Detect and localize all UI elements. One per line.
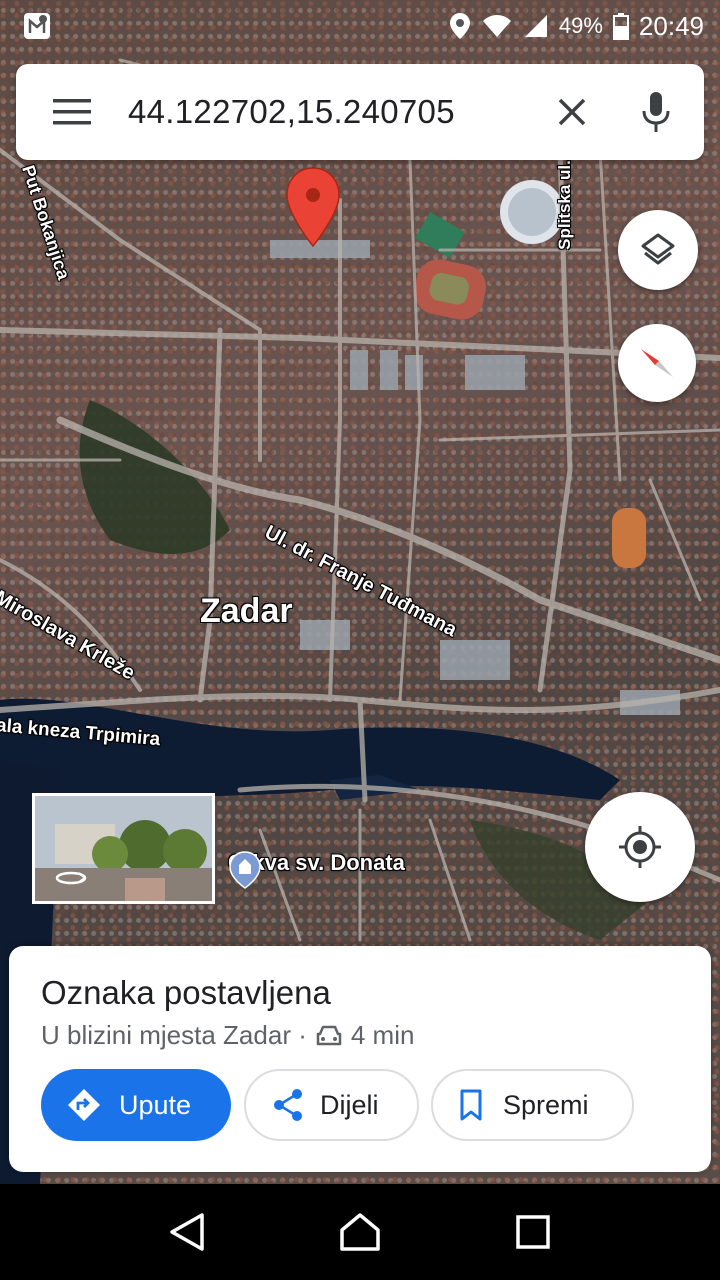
- home-button[interactable]: [320, 1192, 400, 1272]
- share-icon: [274, 1089, 302, 1121]
- wifi-icon: [482, 15, 511, 37]
- car-icon: [316, 1025, 342, 1045]
- signal-icon: [524, 15, 547, 37]
- voice-search-button[interactable]: [608, 64, 704, 160]
- place-nearby: U blizini mjesta Zadar ·: [41, 1020, 307, 1050]
- search-input[interactable]: 44.122702,15.240705: [128, 93, 536, 131]
- map-label-street-splitska: Splitska ul.: [554, 160, 574, 250]
- battery-icon: [612, 13, 629, 40]
- map-label-city: Zadar: [200, 592, 293, 630]
- battery-percent: 49%: [558, 13, 603, 38]
- my-location-icon: [619, 826, 661, 868]
- place-title: Oznaka postavljena: [41, 974, 331, 1011]
- location-icon: [449, 13, 470, 39]
- compass-button[interactable]: [618, 324, 696, 402]
- maps-notification-icon: [24, 13, 50, 39]
- system-nav-bar: [0, 1184, 720, 1280]
- close-icon: [558, 98, 586, 126]
- directions-icon: [68, 1089, 100, 1121]
- share-label: Dijeli: [320, 1089, 379, 1120]
- layers-icon: [641, 233, 675, 265]
- directions-button[interactable]: Upute: [41, 1069, 231, 1141]
- save-button[interactable]: Spremi: [431, 1069, 634, 1141]
- my-location-button[interactable]: [585, 792, 695, 902]
- share-button[interactable]: Dijeli: [244, 1069, 419, 1141]
- back-icon: [169, 1213, 204, 1251]
- place-card[interactable]: Oznaka postavljena U blizini mjesta Zada…: [9, 946, 711, 1172]
- travel-time: 4 min: [350, 1020, 415, 1050]
- bookmark-icon: [460, 1089, 482, 1121]
- status-bar: 49% 20:49: [0, 0, 720, 52]
- recents-button[interactable]: [493, 1192, 573, 1272]
- mic-icon: [642, 92, 670, 132]
- save-label: Spremi: [503, 1089, 589, 1120]
- menu-button[interactable]: [16, 64, 128, 160]
- poi-marker-icon: [229, 851, 261, 889]
- search-bar[interactable]: 44.122702,15.240705: [16, 64, 704, 160]
- directions-label: Upute: [119, 1089, 192, 1120]
- menu-icon: [53, 99, 91, 125]
- back-button[interactable]: [147, 1192, 227, 1272]
- street-view-thumbnail[interactable]: [32, 793, 215, 904]
- place-subtitle: U blizini mjesta Zadar · 4 min: [41, 1020, 414, 1051]
- compass-icon: [641, 349, 673, 377]
- home-icon: [340, 1213, 380, 1251]
- clear-search-button[interactable]: [536, 64, 608, 160]
- clock: 20:49: [638, 10, 704, 41]
- location-pin[interactable]: [286, 167, 340, 248]
- recents-icon: [516, 1215, 551, 1249]
- poi-church[interactable]: Crkva sv. Donata: [228, 850, 405, 889]
- layers-button[interactable]: [618, 210, 698, 290]
- street-view-image: [35, 796, 212, 901]
